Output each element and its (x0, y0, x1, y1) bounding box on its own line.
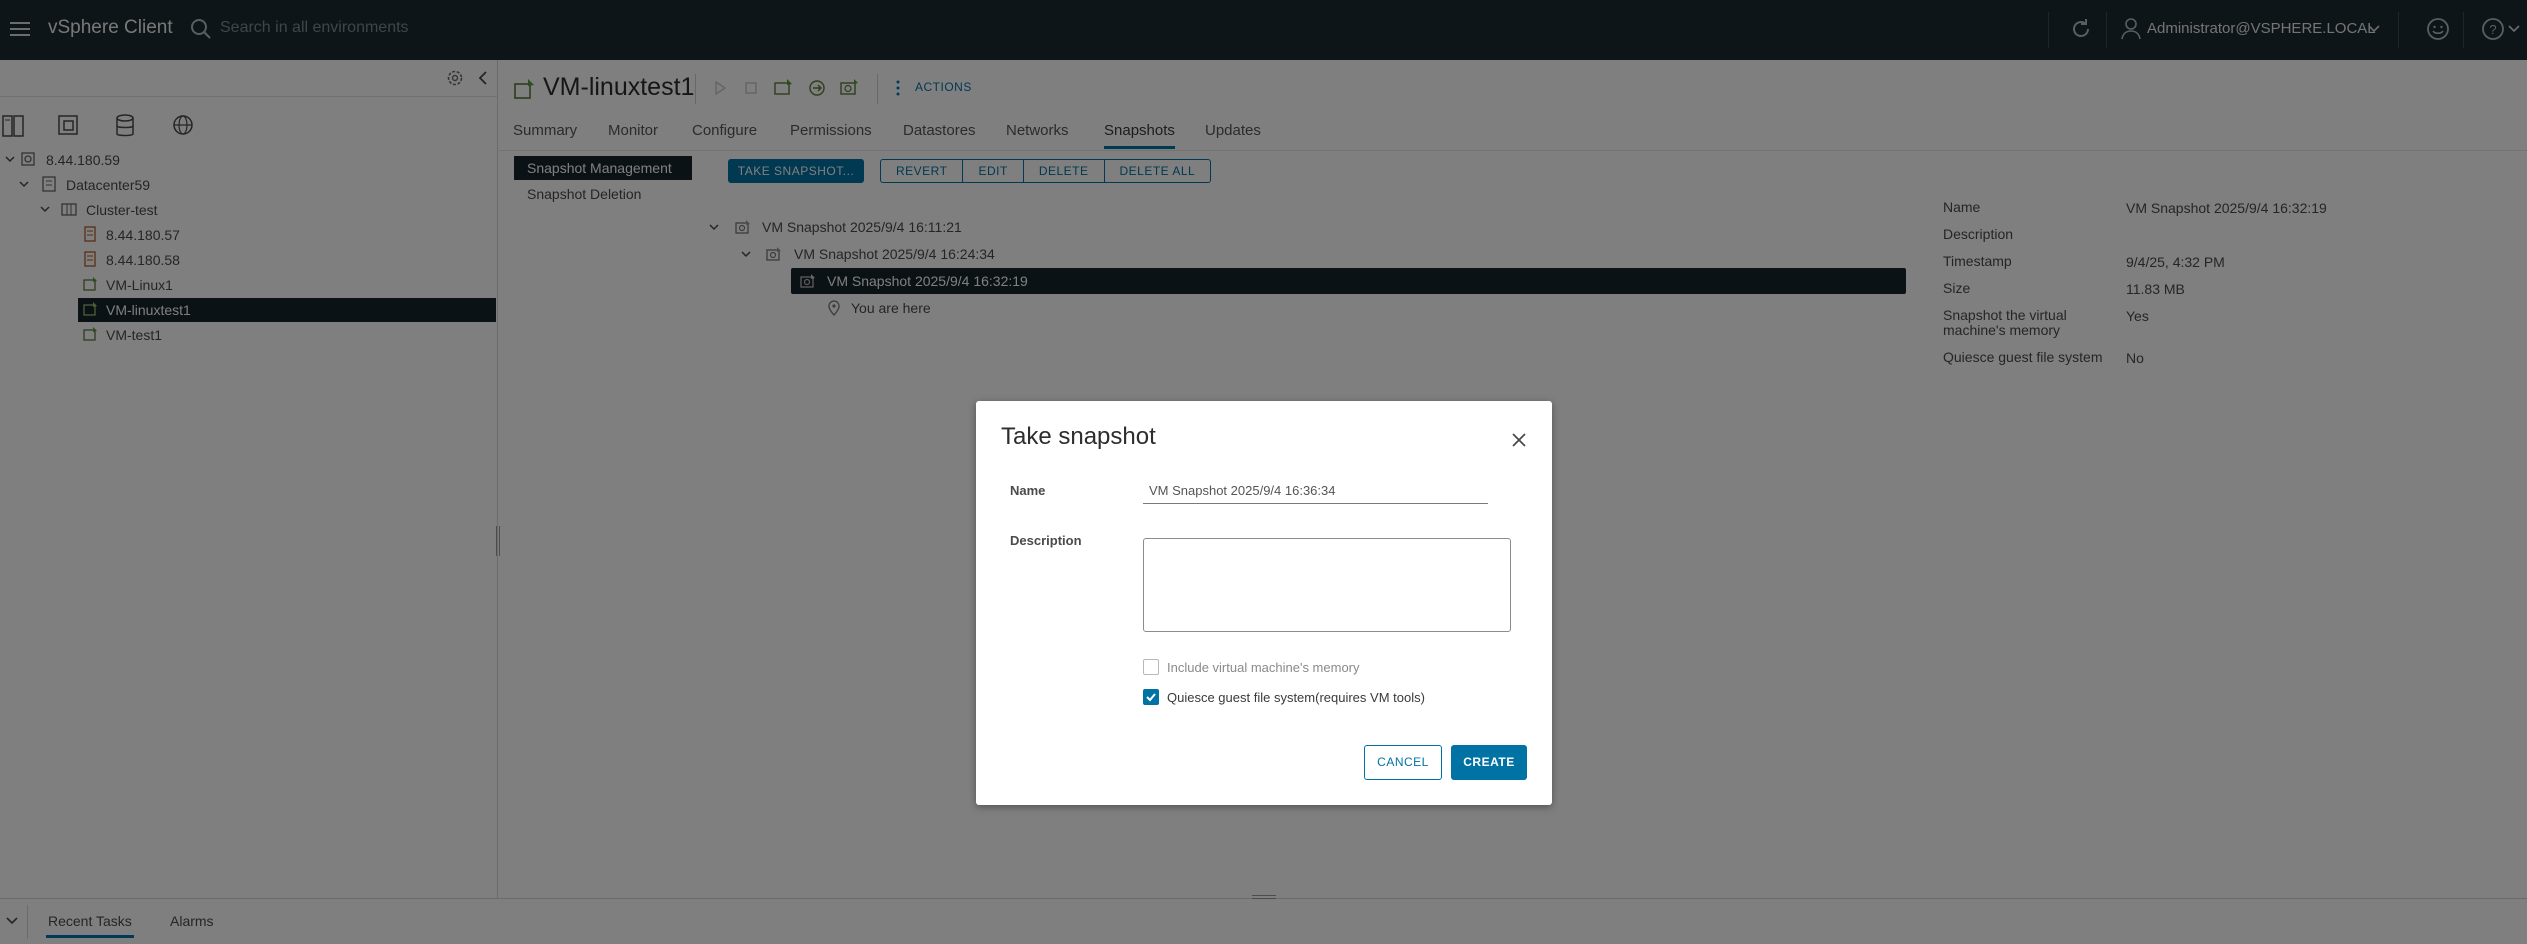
include-memory-checkbox[interactable] (1143, 659, 1159, 675)
include-memory-label: Include virtual machine's memory (1167, 660, 1360, 675)
checkmark-icon (1146, 693, 1156, 702)
dialog-title: Take snapshot (1001, 423, 1156, 450)
snapshot-description-input[interactable] (1143, 538, 1511, 632)
close-icon[interactable] (1510, 431, 1528, 449)
description-label: Description (1010, 533, 1082, 548)
quiesce-checkbox[interactable] (1143, 689, 1159, 705)
create-button[interactable]: CREATE (1451, 745, 1527, 780)
take-snapshot-dialog: Take snapshot Name Description Include v… (976, 401, 1552, 805)
cancel-button[interactable]: CANCEL (1364, 745, 1442, 780)
quiesce-label: Quiesce guest file system(requires VM to… (1167, 690, 1425, 705)
name-label: Name (1010, 483, 1046, 498)
snapshot-name-input[interactable] (1143, 478, 1488, 504)
